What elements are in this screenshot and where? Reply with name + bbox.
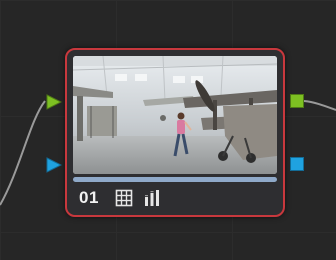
- render-progress-bar: [73, 177, 277, 182]
- input-wire[interactable]: [0, 100, 46, 206]
- render-progress-fill: [73, 177, 277, 182]
- grid-icon[interactable]: [115, 189, 133, 207]
- thumbnail-image: [73, 56, 277, 174]
- corrector-node[interactable]: 01: [65, 48, 285, 217]
- alpha-input-port[interactable]: [46, 157, 62, 173]
- node-editor-canvas[interactable]: 01: [0, 0, 336, 260]
- node-number-label: 01: [79, 188, 99, 207]
- rgb-input-port[interactable]: [46, 94, 62, 110]
- alpha-output-port[interactable]: [290, 157, 304, 171]
- levels-icon[interactable]: [143, 189, 161, 207]
- output-wire[interactable]: [303, 100, 336, 111]
- rgb-output-port[interactable]: [290, 94, 304, 108]
- node-thumbnail: [73, 56, 277, 174]
